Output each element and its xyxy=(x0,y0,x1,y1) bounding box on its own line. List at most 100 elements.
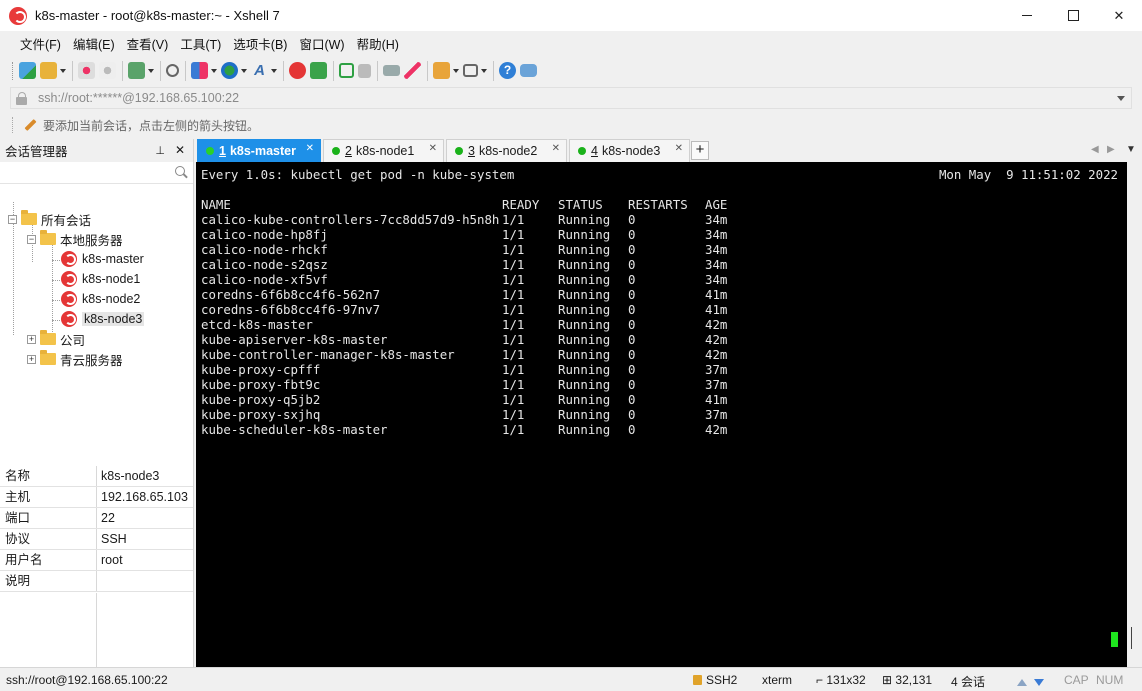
menu-edit[interactable]: 编辑(E) xyxy=(67,34,121,53)
transfer-button[interactable] xyxy=(191,60,217,82)
tree-folder-label: 青云服务器 xyxy=(60,353,123,368)
maximize-button[interactable] xyxy=(1050,0,1096,31)
menu-tools[interactable]: 工具(T) xyxy=(174,34,227,53)
menu-help[interactable]: 帮助(H) xyxy=(351,34,405,53)
address-input[interactable]: ssh://root:******@192.168.65.100:22 xyxy=(38,91,239,105)
session-tree: − 所有会话 − 本地服务器 k8s-master k8s-node1 k8s-… xyxy=(0,184,193,462)
add-tab-button[interactable] xyxy=(433,60,459,82)
keyboard-button[interactable] xyxy=(383,60,400,82)
tree-session-k8s-node1[interactable]: k8s-node1 xyxy=(61,269,140,289)
tree-session-k8s-node3[interactable]: k8s-node3 xyxy=(61,309,145,329)
pod-age-cell: 37m xyxy=(705,407,728,422)
resize-icon: ⌐ xyxy=(816,673,827,687)
globe-icon xyxy=(221,62,238,79)
menu-tabs[interactable]: 选项卡(B) xyxy=(227,34,293,53)
terminal[interactable]: Every 1.0s: kubectl get pod -n kube-syst… xyxy=(196,162,1127,667)
tab-k8s-node1[interactable]: 2 k8s-node1 ✕ xyxy=(323,139,444,162)
close-window-button[interactable] xyxy=(1096,0,1142,31)
highlight-button[interactable] xyxy=(404,60,421,82)
tree-session-k8s-node2[interactable]: k8s-node2 xyxy=(61,289,140,309)
session-icon xyxy=(61,291,77,307)
menu-window[interactable]: 窗口(W) xyxy=(293,34,350,53)
address-bar[interactable]: ssh://root:******@192.168.65.100:22 xyxy=(10,87,1132,109)
tree-folder-local[interactable]: − 本地服务器 xyxy=(27,229,123,249)
close-panel-icon[interactable]: ✕ xyxy=(175,143,185,157)
tab-list-icon[interactable]: ▼ xyxy=(1126,144,1136,155)
search-icon[interactable] xyxy=(175,166,187,178)
expand-toggle-icon[interactable]: + xyxy=(27,354,36,364)
pod-restarts-cell: 0 xyxy=(628,257,636,272)
open-session-button[interactable] xyxy=(40,60,66,82)
collapse-toggle-icon[interactable]: − xyxy=(27,234,36,244)
session-search-input[interactable] xyxy=(0,162,193,184)
tab-close-icon[interactable]: ✕ xyxy=(306,143,314,154)
property-value: root xyxy=(101,553,123,567)
watch-clock: Mon May 9 11:51:02 2022 xyxy=(938,167,1118,182)
font-button[interactable]: A xyxy=(251,60,277,82)
tree-session-k8s-master[interactable]: k8s-master xyxy=(61,249,144,269)
pin-icon[interactable]: ⊥ xyxy=(155,144,165,157)
open-folder-icon xyxy=(40,62,57,79)
new-session-button[interactable] xyxy=(19,60,36,82)
reconnect-button[interactable] xyxy=(99,60,116,82)
connected-status-icon xyxy=(578,147,586,155)
property-row: 说明 xyxy=(0,571,193,592)
xshell-button[interactable] xyxy=(289,60,306,82)
pod-ready-cell: 1/1 xyxy=(502,242,525,257)
menu-file[interactable]: 文件(F) xyxy=(14,34,67,53)
pod-restarts-cell: 0 xyxy=(628,392,636,407)
tab-scroll-left-icon[interactable]: ◀ xyxy=(1091,144,1099,155)
expand-toggle-icon[interactable]: + xyxy=(27,334,36,344)
session-manager-panel: 会话管理器 ⊥ ✕ − 所有会话 − 本地服务器 k8s-master k8s-… xyxy=(0,139,194,667)
layout-icon xyxy=(463,64,478,77)
pod-restarts-cell: 0 xyxy=(628,227,636,242)
find-button[interactable] xyxy=(166,60,179,82)
properties-button[interactable] xyxy=(128,60,154,82)
address-dropdown-icon[interactable] xyxy=(1117,96,1125,101)
tab-scroll-right-icon[interactable]: ▶ xyxy=(1107,144,1115,155)
xftp-button[interactable] xyxy=(310,60,327,82)
tree-root[interactable]: − 所有会话 xyxy=(8,209,91,229)
pod-name-cell: kube-controller-manager-k8s-master xyxy=(201,347,455,362)
menu-view[interactable]: 查看(V) xyxy=(121,34,175,53)
download-icon[interactable] xyxy=(1034,675,1044,689)
help-button[interactable]: ? xyxy=(499,60,516,82)
folder-icon xyxy=(21,210,37,225)
lock-button[interactable] xyxy=(358,60,371,82)
fullscreen-button[interactable] xyxy=(339,60,354,82)
tree-folder-company[interactable]: + 公司 xyxy=(27,329,85,349)
chat-button[interactable] xyxy=(520,60,537,82)
scrollbar-thumb[interactable] xyxy=(1131,627,1132,649)
pod-restarts-cell: 0 xyxy=(628,287,636,302)
terminal-scrollbar[interactable] xyxy=(1127,162,1142,667)
tab-close-icon[interactable]: ✕ xyxy=(675,143,683,154)
tab-bar: 1 k8s-master ✕ 2 k8s-node1 ✕ 3 k8s-node2… xyxy=(195,139,1142,162)
tree-folder-qingcloud[interactable]: + 青云服务器 xyxy=(27,349,123,369)
transfer-icon xyxy=(191,62,208,79)
minimize-button[interactable] xyxy=(1004,0,1050,31)
window-title: k8s-master - root@k8s-master:~ - Xshell … xyxy=(35,8,280,23)
add-session-arrow-icon[interactable] xyxy=(23,118,37,132)
collapse-toggle-icon[interactable]: − xyxy=(8,214,17,224)
upload-icon[interactable] xyxy=(1017,675,1027,689)
session-properties: 名称 k8s-node3 主机 192.168.65.103 端口 22 协议 … xyxy=(0,466,193,592)
status-cursor: ⊞ 32,131 xyxy=(882,673,933,687)
new-tab-button[interactable]: + xyxy=(691,141,709,160)
property-key: 端口 xyxy=(0,508,97,528)
pod-age-cell: 41m xyxy=(705,287,728,302)
fullscreen-icon xyxy=(339,63,354,78)
column-header-ready: READY xyxy=(502,197,540,212)
globe-button[interactable] xyxy=(221,60,247,82)
tab-close-icon[interactable]: ✕ xyxy=(429,143,437,154)
tab-close-icon[interactable]: ✕ xyxy=(552,143,560,154)
pod-ready-cell: 1/1 xyxy=(502,287,525,302)
tab-k8s-master[interactable]: 1 k8s-master ✕ xyxy=(197,139,321,162)
disconnect-button[interactable] xyxy=(78,60,95,82)
column-header-age: AGE xyxy=(705,197,728,212)
pod-ready-cell: 1/1 xyxy=(502,347,525,362)
tab-k8s-node3[interactable]: 4 k8s-node3 ✕ xyxy=(569,139,690,162)
tree-session-label: k8s-node3 xyxy=(82,312,145,326)
layout-button[interactable] xyxy=(463,60,487,82)
toolbar: A ? xyxy=(0,56,1142,85)
tab-k8s-node2[interactable]: 3 k8s-node2 ✕ xyxy=(446,139,567,162)
